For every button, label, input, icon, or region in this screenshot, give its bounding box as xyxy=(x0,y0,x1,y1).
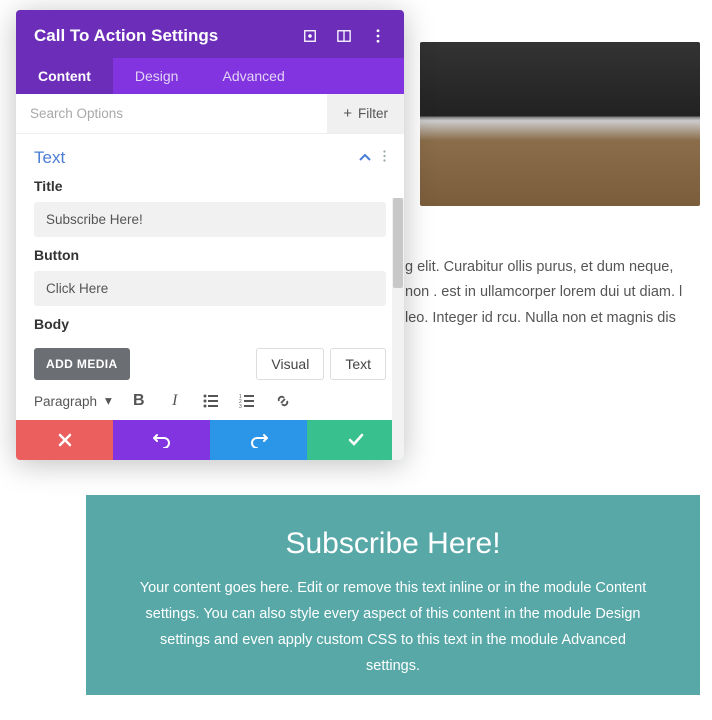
button-label: Button xyxy=(34,247,386,263)
hero-image xyxy=(420,42,700,206)
columns-icon[interactable] xyxy=(336,28,352,44)
link-button[interactable] xyxy=(274,392,292,410)
editor-toolbar: Paragraph ▾ B I 123 xyxy=(16,386,404,420)
section-more-icon[interactable] xyxy=(383,149,386,167)
cancel-button[interactable] xyxy=(16,420,113,460)
action-bar xyxy=(16,420,404,460)
settings-modal: Call To Action Settings Content Design A… xyxy=(16,10,404,460)
editor-tab-visual[interactable]: Visual xyxy=(256,348,324,380)
search-row: + Filter xyxy=(16,94,404,134)
tabs: Content Design Advanced xyxy=(16,58,404,94)
editor-header: ADD MEDIA Visual Text xyxy=(16,340,404,386)
italic-button[interactable]: I xyxy=(166,392,184,410)
tab-advanced[interactable]: Advanced xyxy=(200,58,306,94)
title-label: Title xyxy=(34,178,386,194)
field-body: Body xyxy=(16,306,404,332)
paragraph-select[interactable]: Paragraph ▾ xyxy=(34,393,112,409)
cta-preview: Subscribe Here! Your content goes here. … xyxy=(86,495,700,695)
add-media-button[interactable]: ADD MEDIA xyxy=(34,348,130,380)
section-title[interactable]: Text xyxy=(34,148,65,168)
plus-icon: + xyxy=(343,105,352,122)
editor-tab-text[interactable]: Text xyxy=(330,348,386,380)
svg-text:3: 3 xyxy=(239,404,242,408)
bold-button[interactable]: B xyxy=(130,392,148,410)
field-title: Title xyxy=(16,168,404,237)
more-icon[interactable] xyxy=(370,28,386,44)
numbered-list-button[interactable]: 123 xyxy=(238,392,256,410)
modal-title: Call To Action Settings xyxy=(34,26,218,46)
caret-down-icon: ▾ xyxy=(105,393,112,409)
redo-button[interactable] xyxy=(210,420,307,460)
bullet-list-button[interactable] xyxy=(202,392,220,410)
filter-button[interactable]: + Filter xyxy=(327,94,404,133)
search-input[interactable] xyxy=(16,94,327,133)
section-text: Text xyxy=(16,134,404,168)
tab-design[interactable]: Design xyxy=(113,58,201,94)
chevron-up-icon[interactable] xyxy=(359,149,371,167)
expand-icon[interactable] xyxy=(302,28,318,44)
field-button: Button xyxy=(16,237,404,306)
title-input[interactable] xyxy=(34,202,386,237)
body-label: Body xyxy=(34,316,386,332)
button-input[interactable] xyxy=(34,271,386,306)
scroll-thumb[interactable] xyxy=(393,198,403,288)
tab-content[interactable]: Content xyxy=(16,58,113,94)
cta-title: Subscribe Here! xyxy=(136,527,650,561)
undo-button[interactable] xyxy=(113,420,210,460)
lorem-paragraph: g elit. Curabitur ollis purus, et dum ne… xyxy=(405,255,695,331)
save-button[interactable] xyxy=(307,420,404,460)
modal-header: Call To Action Settings xyxy=(16,10,404,58)
scrollbar[interactable] xyxy=(392,198,404,460)
cta-body: Your content goes here. Edit or remove t… xyxy=(136,575,650,679)
